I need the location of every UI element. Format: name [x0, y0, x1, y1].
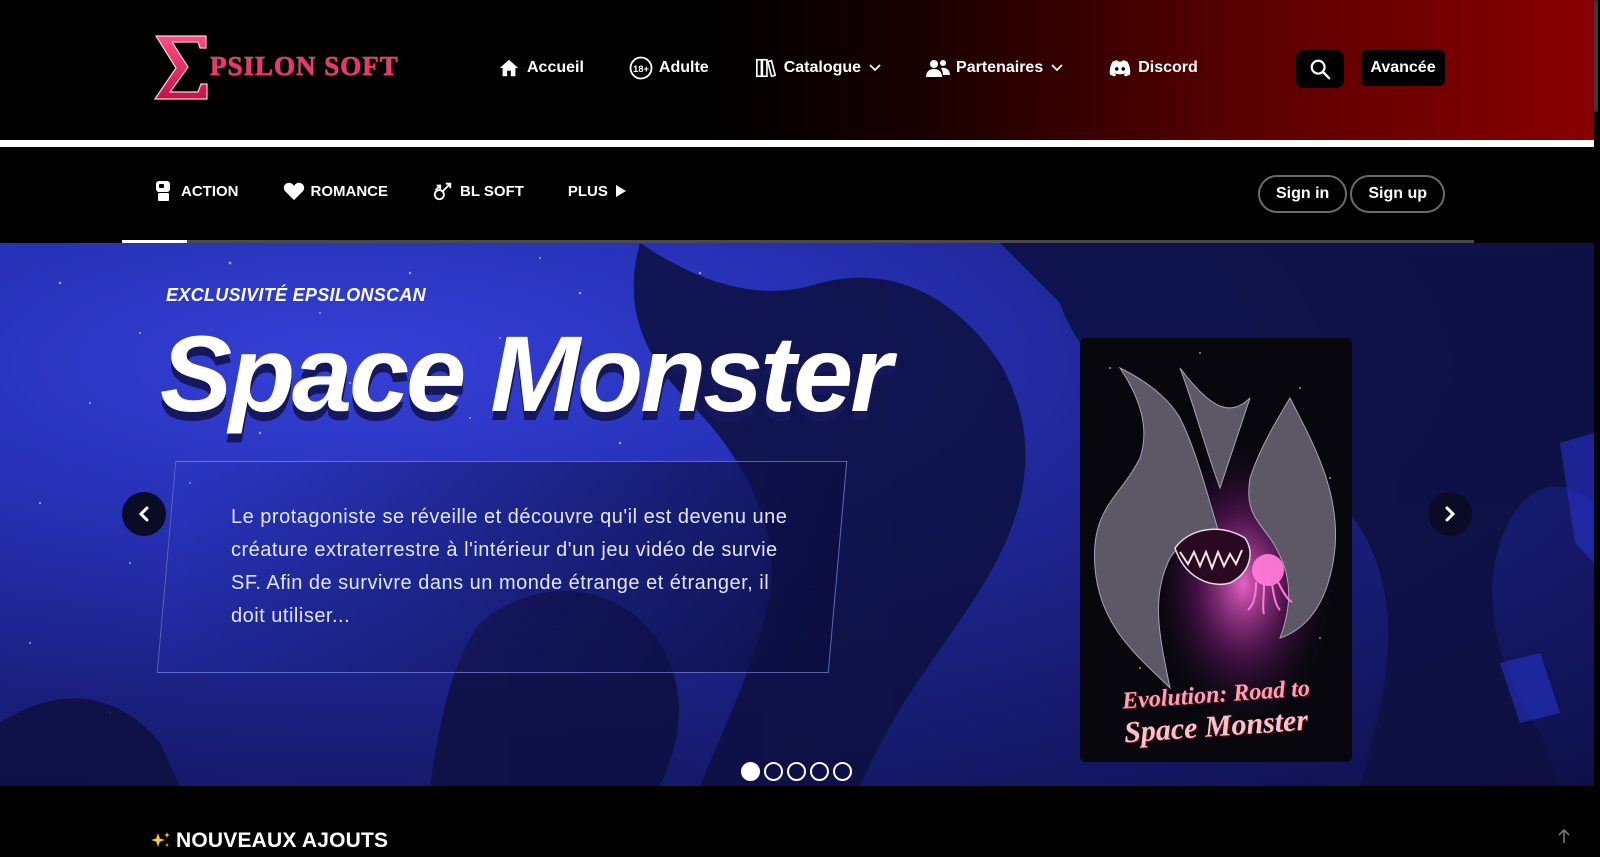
nav-adulte-label: Adulte	[658, 59, 709, 76]
site-logo[interactable]: PSILON SOFT	[152, 32, 399, 102]
genre-plus-label: PLUS	[567, 182, 608, 200]
genre-bar: ACTION ROMANCE BL SOFT PLUS Sign in Sign…	[0, 147, 1600, 240]
sign-up-button[interactable]: Sign up	[1350, 175, 1445, 213]
sparkles-icon	[150, 831, 172, 851]
genre-action-label: ACTION	[181, 182, 239, 200]
hero-title[interactable]: Space Monster	[160, 311, 892, 436]
page-scrollbar[interactable]	[1594, 0, 1600, 857]
header-divider	[0, 140, 1600, 147]
svg-text:18+: 18+	[633, 64, 650, 75]
top-header: PSILON SOFT Accueil 18+ Adulte Catalogue	[0, 0, 1600, 140]
search-button[interactable]	[1296, 50, 1344, 88]
genre-romance[interactable]: ROMANCE	[283, 180, 389, 202]
nav-catalogue[interactable]: Catalogue	[754, 56, 881, 80]
chevron-left-icon	[138, 506, 149, 522]
male-symbols-icon	[432, 180, 454, 202]
chevron-down-icon	[869, 64, 881, 72]
scroll-to-top-button[interactable]	[1554, 826, 1574, 846]
nav-accueil[interactable]: Accueil	[497, 56, 584, 80]
chevron-right-icon	[1445, 506, 1456, 522]
genre-list: ACTION ROMANCE BL SOFT PLUS	[153, 180, 670, 202]
slider-dot-4[interactable]	[810, 762, 829, 781]
slider-prev-button[interactable]	[122, 492, 166, 536]
scrollbar-thumb[interactable]	[1594, 0, 1598, 112]
nav-discord[interactable]: Discord	[1108, 56, 1198, 80]
18-plus-icon: 18+	[629, 56, 653, 80]
slider-next-button[interactable]	[1428, 492, 1472, 536]
chevron-down-icon	[1051, 64, 1063, 72]
sign-in-button[interactable]: Sign in	[1258, 175, 1348, 213]
heart-icon	[283, 180, 305, 202]
genre-plus[interactable]: PLUS	[568, 183, 626, 200]
genre-bl-soft-label: BL SOFT	[460, 182, 524, 200]
users-icon	[926, 56, 951, 80]
play-icon	[615, 185, 626, 197]
section-title-label: NOUVEAUX AJOUTS	[176, 829, 389, 852]
slider-dot-2[interactable]	[764, 762, 783, 781]
advanced-search-button[interactable]: Avancée	[1361, 50, 1445, 86]
hero-kicker: EXCLUSIVITÉ EPSILONSCAN	[166, 285, 426, 305]
discord-icon	[1108, 56, 1132, 80]
genre-romance-label: ROMANCE	[310, 182, 389, 200]
search-icon	[1310, 59, 1331, 80]
slider-dot-5[interactable]	[833, 762, 852, 781]
slider-pagination	[741, 762, 856, 781]
nav-partenaires[interactable]: Partenaires	[926, 56, 1063, 80]
genre-bl-soft[interactable]: BL SOFT	[432, 180, 524, 202]
section-title: NOUVEAUX AJOUTS	[150, 829, 388, 853]
manga-cover[interactable]: Evolution: Road to Space Monster	[1080, 338, 1352, 762]
genre-action[interactable]: ACTION	[153, 180, 239, 202]
slider-dot-1[interactable]	[741, 762, 760, 781]
auth-buttons: Sign in Sign up	[1258, 175, 1448, 213]
nav-discord-label: Discord	[1138, 59, 1198, 76]
slider-dot-3[interactable]	[787, 762, 806, 781]
home-icon	[497, 56, 521, 80]
sigma-logo-icon	[153, 35, 208, 100]
nav-partenaires-label: Partenaires	[956, 59, 1044, 76]
nav-accueil-label: Accueil	[527, 59, 584, 76]
nav-catalogue-label: Catalogue	[783, 59, 862, 76]
books-icon	[754, 56, 778, 80]
arrow-up-icon	[1558, 828, 1570, 843]
logo-text: PSILON SOFT	[210, 51, 399, 81]
main-nav: Accueil 18+ Adulte Catalogue Partenaires	[497, 53, 1198, 83]
hero-slider: EXCLUSIVITÉ EPSILONSCAN Space Monster Le…	[0, 243, 1594, 786]
fist-icon	[153, 180, 175, 202]
nav-adulte[interactable]: 18+ Adulte	[629, 56, 709, 80]
hero-description: Le protagoniste se réveille et découvre …	[231, 506, 788, 627]
